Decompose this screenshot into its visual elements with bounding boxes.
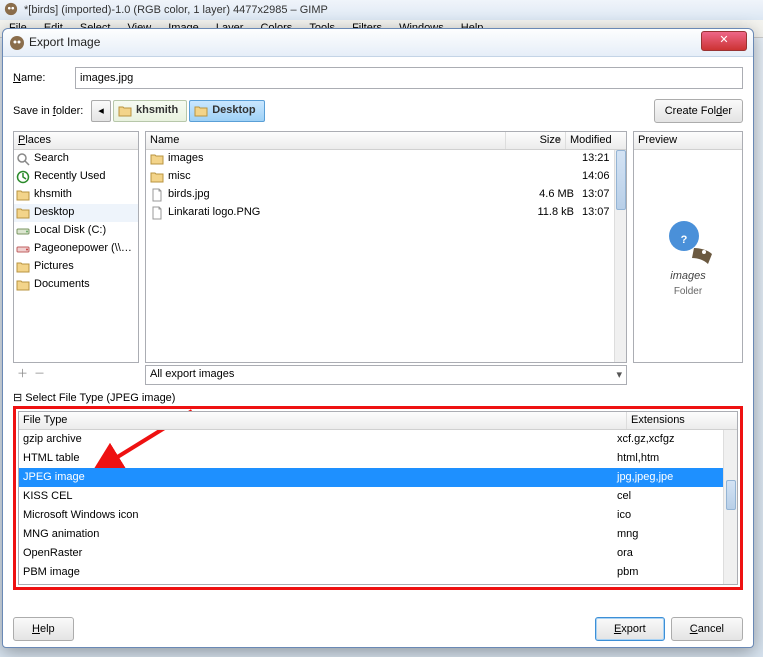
filetype-list: File Type Extensions gzip archivexcf.gz,… — [18, 411, 738, 585]
breadcrumb-desktop[interactable]: Desktop — [189, 100, 264, 122]
places-header[interactable]: Places — [14, 132, 138, 150]
dialog-body: Name: Save in folder: ◂ khsmith Desktop … — [3, 57, 753, 647]
add-place-button[interactable]: ＋ — [17, 365, 28, 385]
filetype-highlight-box: File Type Extensions gzip archivexcf.gz,… — [13, 406, 743, 590]
place-item-recently-used[interactable]: Recently Used — [14, 168, 138, 186]
file-icon — [150, 206, 164, 220]
place-item-khsmith[interactable]: khsmith — [14, 186, 138, 204]
filetype-row[interactable]: HTML tablehtml,htm — [19, 449, 723, 468]
col-extensions[interactable]: Extensions — [627, 412, 737, 429]
file-browser: Places SearchRecently UsedkhsmithDesktop… — [13, 131, 743, 363]
places-list: SearchRecently UsedkhsmithDesktopLocal D… — [14, 150, 138, 362]
gimp-main-window: *[birds] (imported)-1.0 (RGB color, 1 la… — [0, 0, 763, 657]
place-item-documents[interactable]: Documents — [14, 276, 138, 294]
file-row[interactable]: birds.jpg4.6 MB13:07 — [146, 186, 626, 204]
svg-text:?: ? — [681, 234, 688, 246]
app-titlebar: *[birds] (imported)-1.0 (RGB color, 1 la… — [0, 0, 763, 20]
name-label: Name: — [13, 72, 75, 84]
add-remove-place: ＋ － — [13, 365, 139, 385]
gimp-icon — [4, 2, 18, 16]
breadcrumb-back-button[interactable]: ◂ — [91, 100, 111, 122]
dialog-title: Export Image — [29, 35, 100, 49]
recent-icon — [16, 170, 30, 184]
place-item-desktop[interactable]: Desktop — [14, 204, 138, 222]
below-places-row: ＋ － All export images — [13, 365, 743, 385]
filetype-row[interactable]: OpenRasterora — [19, 544, 723, 563]
netdrive-icon — [16, 242, 30, 256]
file-icon — [150, 188, 164, 202]
file-list-panel: Name Size Modified images13:21misc14:06b… — [145, 131, 627, 363]
scrollbar-thumb[interactable] — [616, 150, 626, 210]
drive-icon — [16, 224, 30, 238]
place-item-pictures[interactable]: Pictures — [14, 258, 138, 276]
create-folder-button[interactable]: Create Folder — [654, 99, 743, 123]
place-item-local-disk-c-[interactable]: Local Disk (C:) — [14, 222, 138, 240]
preview-body: ? images Folder — [634, 150, 742, 362]
preview-name: images — [670, 270, 705, 282]
search-icon — [16, 152, 30, 166]
preview-panel: Preview ? images Folder — [633, 131, 743, 363]
dialog-titlebar[interactable]: Export Image ✕ — [3, 29, 753, 57]
places-panel: Places SearchRecently UsedkhsmithDesktop… — [13, 131, 139, 363]
export-image-dialog: Export Image ✕ Name: Save in folder: ◂ k… — [2, 28, 754, 648]
help-button[interactable]: Help — [13, 617, 74, 641]
dialog-button-row: Help Export Cancel — [13, 617, 743, 641]
preview-question-icon: ? — [660, 216, 716, 266]
folder-icon — [16, 206, 30, 220]
savein-label: Save in folder: — [13, 105, 91, 117]
close-button[interactable]: ✕ — [701, 31, 747, 51]
preview-header: Preview — [634, 132, 742, 150]
folder-row: Save in folder: ◂ khsmith Desktop Create… — [13, 99, 743, 123]
cancel-button[interactable]: Cancel — [671, 617, 743, 641]
gimp-icon — [9, 35, 25, 51]
export-button[interactable]: Export — [595, 617, 665, 641]
folder-icon — [16, 278, 30, 292]
file-row[interactable]: Linkarati logo.PNG11.8 kB13:07 — [146, 204, 626, 222]
filename-input[interactable] — [75, 67, 743, 89]
folder-icon — [194, 104, 208, 118]
filetype-row[interactable]: gzip archivexcf.gz,xcfgz — [19, 430, 723, 449]
file-list-header: Name Size Modified — [146, 132, 626, 150]
file-row[interactable]: misc14:06 — [146, 168, 626, 186]
file-list-body: images13:21misc14:06birds.jpg4.6 MB13:07… — [146, 150, 626, 362]
file-row[interactable]: images13:21 — [146, 150, 626, 168]
filetype-body: gzip archivexcf.gz,xcfgzHTML tablehtml,h… — [19, 430, 723, 584]
scrollbar-thumb[interactable] — [726, 480, 736, 510]
file-scrollbar[interactable] — [614, 150, 626, 362]
breadcrumb-khsmith[interactable]: khsmith — [113, 100, 187, 122]
app-title-text: *[birds] (imported)-1.0 (RGB color, 1 la… — [24, 4, 328, 16]
col-modified[interactable]: Modified — [566, 132, 626, 149]
filetype-row[interactable]: MNG animationmng — [19, 525, 723, 544]
col-name[interactable]: Name — [146, 132, 506, 149]
col-size[interactable]: Size — [506, 132, 566, 149]
folder-icon — [150, 152, 164, 166]
folder-icon — [150, 170, 164, 184]
filetype-row[interactable]: Microsoft Windows iconico — [19, 506, 723, 525]
preview-type: Folder — [674, 286, 702, 297]
col-filetype[interactable]: File Type — [19, 412, 627, 429]
filetype-expander[interactable]: Select File Type (JPEG image) — [13, 391, 743, 404]
filetype-header: File Type Extensions — [19, 412, 737, 430]
place-item-search[interactable]: Search — [14, 150, 138, 168]
folder-icon — [16, 188, 30, 202]
filetype-row[interactable]: KISS CELcel — [19, 487, 723, 506]
filetype-scrollbar[interactable] — [723, 430, 737, 584]
remove-place-button[interactable]: － — [34, 365, 45, 385]
file-filter-select[interactable]: All export images — [145, 365, 627, 385]
folder-icon — [16, 260, 30, 274]
place-item-pageonepower-p1-[interactable]: Pageonepower (\\p1... — [14, 240, 138, 258]
filetype-row[interactable]: JPEG imagejpg,jpeg,jpe — [19, 468, 723, 487]
name-row: Name: — [13, 67, 743, 89]
filetype-row[interactable]: PBM imagepbm — [19, 563, 723, 582]
folder-icon — [118, 104, 132, 118]
